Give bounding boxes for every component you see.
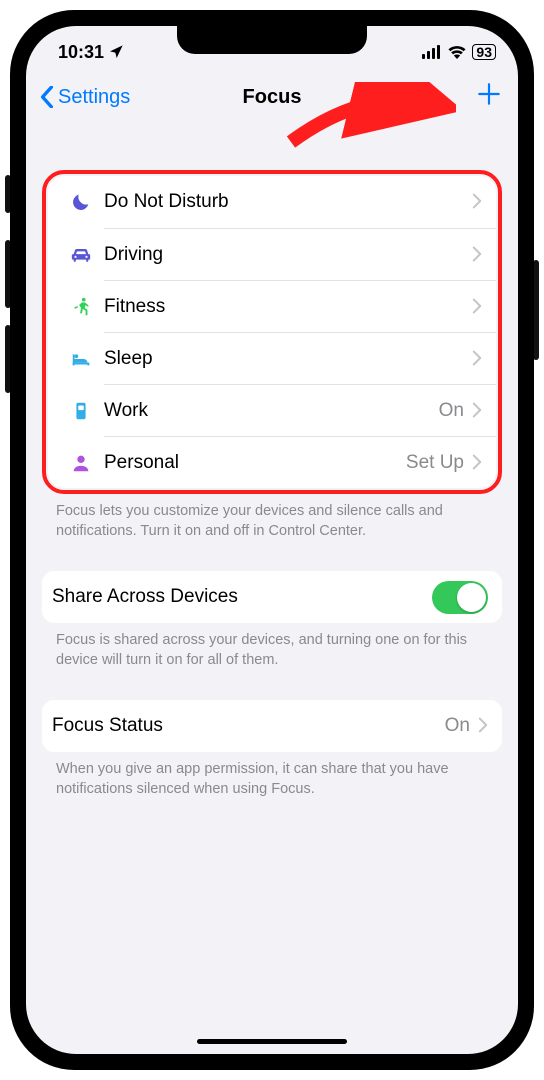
wifi-icon: [447, 45, 467, 59]
share-group: Share Across Devices: [42, 571, 502, 623]
chevron-right-icon: [472, 400, 482, 422]
home-indicator[interactable]: [197, 1039, 347, 1044]
focus-modes-group: Do Not DisturbDrivingFitnessSleepWorkOnP…: [48, 176, 496, 488]
chevron-left-icon: [40, 86, 54, 108]
focus-mode-label: Work: [104, 400, 439, 422]
chevron-right-icon: [472, 244, 482, 266]
nav-bar: Settings Focus: [26, 72, 518, 122]
focus-mode-label: Do Not Disturb: [104, 191, 472, 213]
chevron-right-icon: [478, 715, 488, 737]
focus-mode-row[interactable]: Driving: [104, 228, 496, 280]
page-title: Focus: [243, 86, 302, 109]
focus-mode-row[interactable]: PersonalSet Up: [104, 436, 496, 488]
chevron-right-icon: [472, 348, 482, 370]
screen: 10:31 93 Settings: [26, 26, 518, 1054]
share-footer: Focus is shared across your devices, and…: [42, 623, 502, 670]
focus-mode-detail: On: [439, 400, 464, 422]
bed-icon: [58, 348, 104, 370]
moon-icon: [58, 191, 104, 213]
chevron-right-icon: [472, 191, 482, 213]
car-icon: [58, 244, 104, 266]
focus-mode-detail: Set Up: [406, 452, 464, 474]
focus-modes-highlight: Do Not DisturbDrivingFitnessSleepWorkOnP…: [42, 170, 502, 494]
focus-mode-row[interactable]: WorkOn: [104, 384, 496, 436]
badge-icon: [58, 400, 104, 422]
cellular-icon: [422, 45, 442, 59]
focus-mode-row[interactable]: Do Not Disturb: [48, 176, 496, 228]
share-toggle[interactable]: [432, 581, 488, 614]
focus-modes-footer: Focus lets you customize your devices an…: [42, 494, 502, 541]
add-button[interactable]: [476, 81, 502, 113]
notch: [177, 26, 367, 54]
focus-status-group: Focus Status On: [42, 700, 502, 752]
battery-percentage: 93: [472, 44, 496, 60]
back-label: Settings: [58, 86, 130, 109]
focus-mode-row[interactable]: Sleep: [104, 332, 496, 384]
chevron-right-icon: [472, 296, 482, 318]
share-label: Share Across Devices: [52, 586, 432, 608]
focus-mode-label: Sleep: [104, 348, 472, 370]
chevron-right-icon: [472, 452, 482, 474]
phone-frame: 10:31 93 Settings: [10, 10, 534, 1070]
focus-mode-row[interactable]: Fitness: [104, 280, 496, 332]
share-row[interactable]: Share Across Devices: [42, 571, 502, 623]
person-icon: [58, 452, 104, 474]
focus-mode-label: Driving: [104, 244, 472, 266]
plus-icon: [476, 81, 502, 107]
location-icon: [108, 44, 124, 60]
focus-status-footer: When you give an app permission, it can …: [42, 752, 502, 799]
focus-status-label: Focus Status: [52, 715, 445, 737]
status-time: 10:31: [58, 42, 104, 63]
focus-mode-label: Personal: [104, 452, 406, 474]
runner-icon: [58, 296, 104, 318]
focus-mode-label: Fitness: [104, 296, 472, 318]
back-button[interactable]: Settings: [40, 86, 130, 109]
focus-status-row[interactable]: Focus Status On: [42, 700, 502, 752]
focus-status-detail: On: [445, 715, 470, 737]
